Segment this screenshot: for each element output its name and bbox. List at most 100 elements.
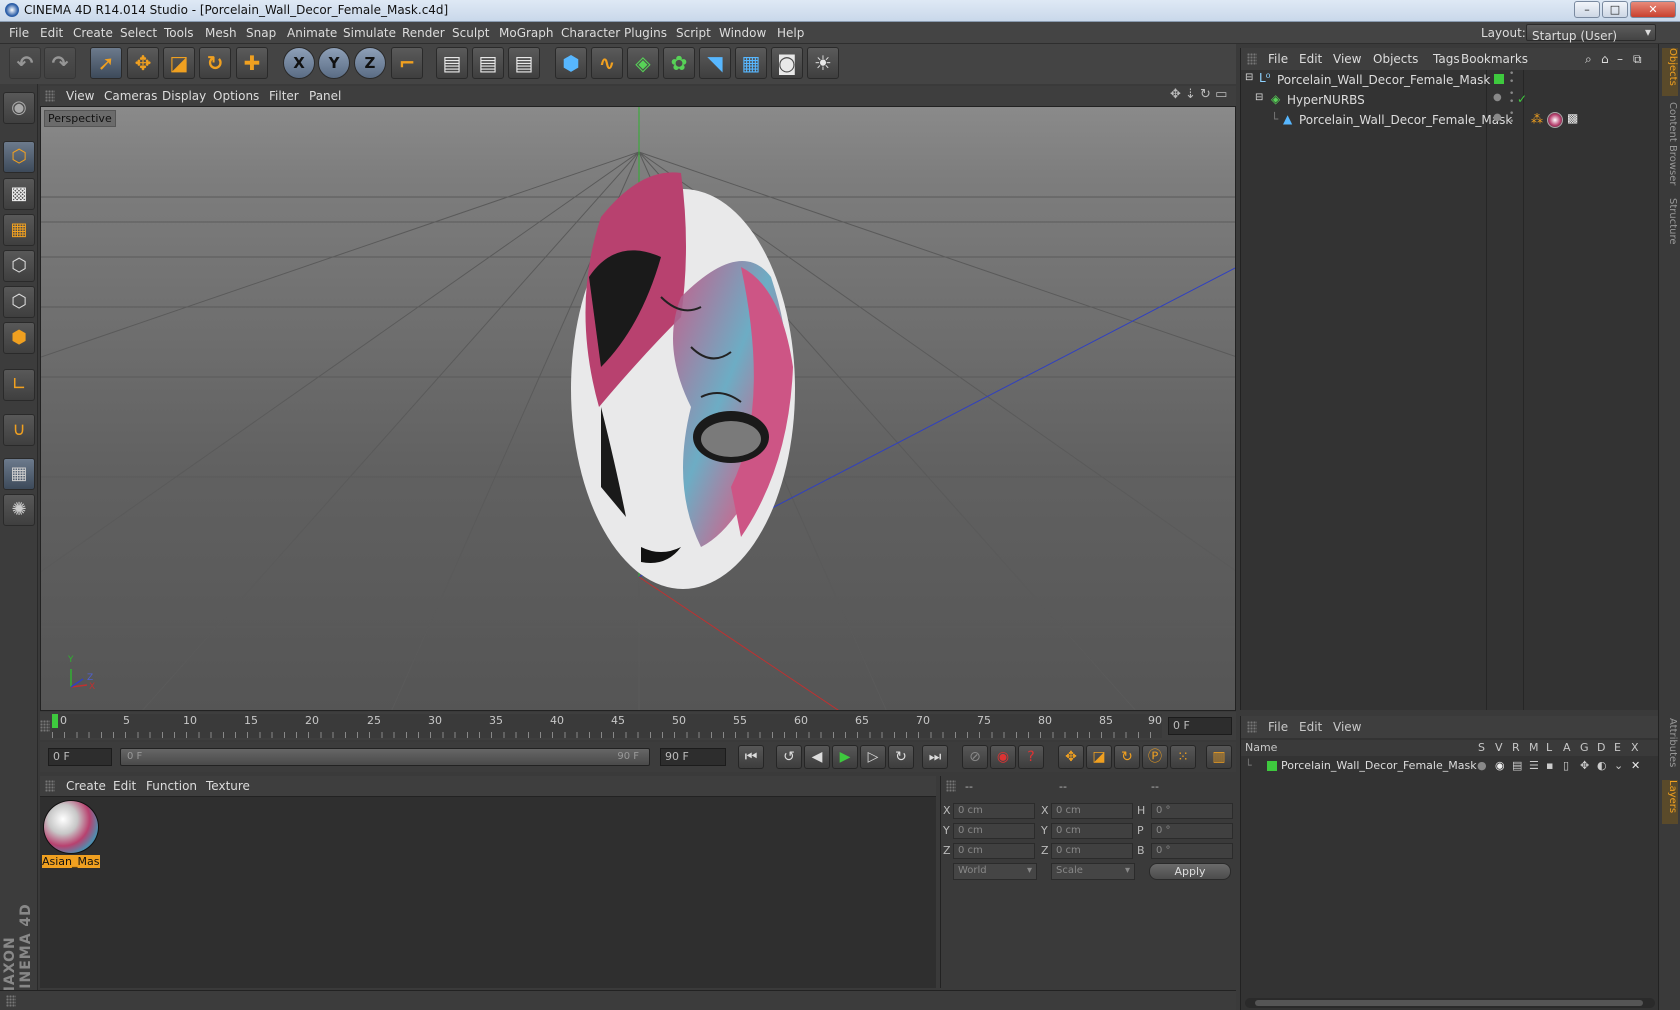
- maximize-button[interactable]: □: [1602, 1, 1628, 18]
- autokey-button[interactable]: ◉: [990, 745, 1016, 769]
- tab-content-browser[interactable]: Content Browser: [1662, 102, 1678, 192]
- size-y-field[interactable]: 0 cm: [1051, 823, 1133, 839]
- coordinate-system-button[interactable]: ⌐: [391, 47, 423, 79]
- material-swatch[interactable]: Asian_Masl: [42, 799, 100, 871]
- perspective-viewport[interactable]: Perspective Y Z X: [40, 106, 1236, 711]
- material-menu-texture[interactable]: Texture: [206, 779, 250, 793]
- menu-select[interactable]: Select: [120, 26, 157, 40]
- layer-menu-edit[interactable]: Edit: [1299, 720, 1322, 734]
- timeline-window-button[interactable]: ▥: [1206, 745, 1232, 769]
- previous-frame-button[interactable]: ◀: [804, 745, 830, 769]
- menu-sculpt[interactable]: Sculpt: [452, 26, 489, 40]
- render-icon[interactable]: ▤: [1512, 759, 1522, 772]
- object-menu-objects[interactable]: Objects: [1373, 52, 1418, 66]
- menu-animate[interactable]: Animate: [287, 26, 337, 40]
- tab-attributes[interactable]: Attributes: [1662, 718, 1678, 774]
- object-menu-bookmarks[interactable]: Bookmarks: [1461, 52, 1528, 66]
- visibility-dots[interactable]: • •: [1509, 90, 1514, 107]
- key-position-button[interactable]: ✥: [1058, 745, 1084, 769]
- timeline-grip[interactable]: [40, 720, 50, 732]
- spline-object-button[interactable]: ∿: [591, 47, 623, 79]
- layer-color-swatch[interactable]: [1494, 74, 1504, 84]
- layer-dot-icon[interactable]: ●: [1493, 92, 1502, 103]
- play-button[interactable]: ▶: [832, 745, 858, 769]
- checkmark-icon[interactable]: ✓: [1517, 92, 1527, 106]
- phong-tag-icon[interactable]: ⁂: [1531, 112, 1543, 126]
- minus-icon[interactable]: –: [1617, 52, 1623, 66]
- object-menu-tags[interactable]: Tags: [1433, 52, 1460, 66]
- timeline-ruler[interactable]: 0 5 10 15 20 25 30 35 40 45 50 55 60 65 …: [52, 714, 1162, 738]
- object-menu-file[interactable]: File: [1268, 52, 1288, 66]
- solo-icon[interactable]: ●: [1477, 759, 1487, 772]
- previous-key-button[interactable]: ↺: [776, 745, 802, 769]
- next-frame-button[interactable]: ▷: [860, 745, 886, 769]
- nurbs-object-button[interactable]: ◈: [627, 47, 659, 79]
- key-parameter-button[interactable]: Ⓟ: [1142, 745, 1168, 769]
- menu-mesh[interactable]: Mesh: [205, 26, 237, 40]
- eye-icon[interactable]: ◉: [1495, 759, 1505, 772]
- menu-character[interactable]: Character: [561, 26, 620, 40]
- tab-structure[interactable]: Structure: [1662, 198, 1678, 254]
- z-axis-button[interactable]: Z: [354, 47, 386, 79]
- panel-grip[interactable]: [45, 780, 55, 792]
- size-x-field[interactable]: 0 cm: [1051, 803, 1133, 819]
- object-menu-edit[interactable]: Edit: [1299, 52, 1322, 66]
- uvw-tag-icon[interactable]: ▩: [1567, 111, 1578, 125]
- polygons-mode-button[interactable]: ⬢: [3, 322, 35, 354]
- panel-grip[interactable]: [1247, 721, 1257, 733]
- array-object-button[interactable]: ✿: [663, 47, 695, 79]
- menu-window[interactable]: Window: [719, 26, 766, 40]
- rotation-b-field[interactable]: 0 °: [1151, 843, 1233, 859]
- viewport-menu-filter[interactable]: Filter: [269, 89, 299, 103]
- workplane-lock-button[interactable]: ▦: [3, 458, 35, 490]
- new-window-icon[interactable]: ⧉: [1633, 52, 1642, 67]
- search-icon[interactable]: ⌕: [1585, 52, 1592, 67]
- object-row[interactable]: └ ▲ Porcelain_Wall_Decor_Female_Mask ● •…: [1241, 110, 1659, 130]
- panel-grip[interactable]: [946, 780, 956, 792]
- material-menu-create[interactable]: Create: [66, 779, 106, 793]
- position-x-field[interactable]: 0 cm: [953, 803, 1035, 819]
- home-icon[interactable]: ⌂: [1601, 52, 1609, 66]
- deformer-object-button[interactable]: ◥: [699, 47, 731, 79]
- scale-tool-button[interactable]: ◪: [163, 47, 195, 79]
- texture-mode-button[interactable]: ▩: [3, 178, 35, 210]
- material-menu-edit[interactable]: Edit: [113, 779, 136, 793]
- menu-render[interactable]: Render: [402, 26, 445, 40]
- rotate-tool-button[interactable]: ↻: [199, 47, 231, 79]
- keyframe-selection-button[interactable]: ?: [1018, 745, 1044, 769]
- collapse-icon[interactable]: ⊟: [1255, 92, 1263, 103]
- next-key-button[interactable]: ↻: [888, 745, 914, 769]
- key-pla-button[interactable]: ⁙: [1170, 745, 1196, 769]
- menu-edit[interactable]: Edit: [40, 26, 63, 40]
- horizontal-scrollbar[interactable]: [1245, 998, 1655, 1008]
- menu-mograph[interactable]: MoGraph: [499, 26, 554, 40]
- menu-create[interactable]: Create: [73, 26, 113, 40]
- menu-file[interactable]: File: [9, 26, 29, 40]
- key-rotation-button[interactable]: ↻: [1114, 745, 1140, 769]
- frame-range-slider[interactable]: 0 F 90 F: [120, 748, 650, 766]
- lock-icon[interactable]: ▪: [1546, 759, 1553, 772]
- menu-snap[interactable]: Snap: [246, 26, 276, 40]
- menu-help[interactable]: Help: [777, 26, 804, 40]
- render-picture-viewer-button[interactable]: ▤: [472, 47, 504, 79]
- undo-button[interactable]: ↶: [9, 47, 41, 79]
- viewport-menu-options[interactable]: Options: [213, 89, 259, 103]
- go-to-start-button[interactable]: ⏮: [738, 745, 764, 769]
- material-menu-function[interactable]: Function: [146, 779, 197, 793]
- edges-mode-button[interactable]: ⬡: [3, 286, 35, 318]
- layer-row[interactable]: └ Porcelain_Wall_Decor_Female_Mask ● ◉ ▤…: [1241, 758, 1659, 776]
- viewport-menu-display[interactable]: Display: [162, 89, 206, 103]
- visibility-dots[interactable]: • •: [1509, 70, 1514, 87]
- menu-simulate[interactable]: Simulate: [343, 26, 396, 40]
- viewport-menu-panel[interactable]: Panel: [309, 89, 341, 103]
- expression-icon[interactable]: ⌄: [1614, 759, 1623, 772]
- deformer-icon[interactable]: ◐: [1597, 759, 1607, 772]
- apply-button[interactable]: Apply: [1149, 863, 1231, 880]
- position-y-field[interactable]: 0 cm: [953, 823, 1035, 839]
- porcelain-mask-model[interactable]: [571, 172, 795, 589]
- position-z-field[interactable]: 0 cm: [953, 843, 1035, 859]
- viewport-nav-icons[interactable]: ✥ ⇣ ↻ ▭: [1170, 87, 1227, 102]
- rotation-p-field[interactable]: 0 °: [1151, 823, 1233, 839]
- timeline[interactable]: 0 5 10 15 20 25 30 35 40 45 50 55 60 65 …: [40, 712, 1236, 740]
- layer-menu-view[interactable]: View: [1333, 720, 1361, 734]
